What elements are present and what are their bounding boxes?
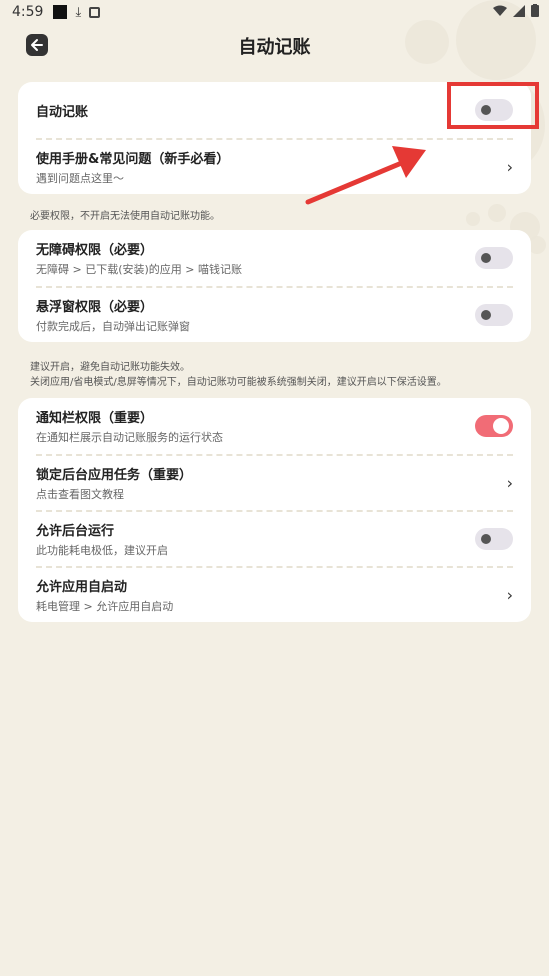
- decor-bubble: [488, 204, 506, 222]
- row-title: 使用手册&常见问题（新手必看）: [36, 152, 230, 167]
- section-note-required: 必要权限，不开启无法使用自动记账功能。: [30, 211, 220, 222]
- row-subtitle: 耗电管理 > 允许应用自启动: [36, 600, 174, 613]
- row-background-run[interactable]: 允许后台运行 此功能耗电极低，建议开启: [36, 510, 513, 566]
- row-title: 允许后台运行: [36, 524, 115, 539]
- status-bar: 4:59 ⤓: [0, 0, 549, 24]
- chevron-right-icon: ›: [506, 585, 513, 605]
- row-auto-bookkeeping[interactable]: 自动记账: [36, 82, 513, 138]
- row-subtitle: 点击查看图文教程: [36, 488, 124, 501]
- row-auto-start[interactable]: 允许应用自启动 耗电管理 > 允许应用自启动 ›: [36, 566, 513, 622]
- annotation-highlight-box: [447, 82, 539, 129]
- row-lock-background-task[interactable]: 锁定后台应用任务（重要） 点击查看图文教程 ›: [36, 454, 513, 510]
- row-subtitle: 遇到问题点这里～: [36, 172, 124, 185]
- row-floating-window[interactable]: 悬浮窗权限（必要） 付款完成后，自动弹出记账弹窗: [36, 286, 513, 342]
- notification-toggle[interactable]: [475, 415, 513, 437]
- toggle-knob: [481, 310, 491, 320]
- battery-icon: [531, 4, 539, 17]
- chevron-right-icon: ›: [506, 157, 513, 177]
- toggle-knob: [493, 418, 509, 434]
- toggle-knob: [481, 253, 491, 263]
- decor-bubble: [466, 212, 480, 226]
- accessibility-toggle[interactable]: [475, 247, 513, 269]
- page-title: 自动记账: [238, 37, 311, 58]
- back-button[interactable]: [26, 34, 48, 56]
- row-subtitle: 付款完成后，自动弹出记账弹窗: [36, 320, 190, 333]
- row-subtitle: 无障碍 > 已下载(安装)的应用 > 喵钱记账: [36, 263, 243, 276]
- notification-icon: [53, 5, 68, 19]
- row-subtitle: 此功能耗电极低，建议开启: [36, 544, 168, 557]
- chevron-right-icon: ›: [506, 473, 513, 493]
- card-keepalive: 通知栏权限（重要） 在通知栏展示自动记账服务的运行状态 锁定后台应用任务（重要）…: [18, 398, 531, 622]
- download-icon: ⤓: [75, 4, 82, 20]
- header: 自动记账: [0, 28, 549, 64]
- row-title: 悬浮窗权限（必要）: [36, 300, 154, 315]
- app-notification-icon: [89, 6, 101, 18]
- row-title: 锁定后台应用任务（重要）: [36, 468, 193, 483]
- wifi-icon: [493, 5, 507, 16]
- row-notification-permission[interactable]: 通知栏权限（重要） 在通知栏展示自动记账服务的运行状态: [36, 398, 513, 454]
- section-note-keepalive: 建议开启，避免自动记账功能失效。 关闭应用/省电模式/息屏等情况下，自动记账功可…: [30, 360, 447, 390]
- row-title: 自动记账: [36, 104, 89, 120]
- row-subtitle: 在通知栏展示自动记账服务的运行状态: [36, 431, 223, 444]
- note-line-1: 建议开启，避免自动记账功能失效。: [30, 362, 190, 373]
- row-title: 允许应用自启动: [36, 580, 128, 595]
- arrow-left-icon: [31, 39, 43, 51]
- row-title: 通知栏权限（重要）: [36, 411, 154, 426]
- note-line-2: 关闭应用/省电模式/息屏等情况下，自动记账功可能被系统强制关闭，建议开启以下保活…: [30, 377, 447, 388]
- signal-icon: [513, 4, 525, 17]
- background-run-toggle[interactable]: [475, 528, 513, 550]
- row-title: 无障碍权限（必要）: [36, 243, 154, 258]
- floating-window-toggle[interactable]: [475, 304, 513, 326]
- row-manual-faq[interactable]: 使用手册&常见问题（新手必看） 遇到问题点这里～ ›: [36, 138, 513, 194]
- status-time: 4:59: [12, 4, 44, 20]
- status-right: [493, 4, 539, 17]
- toggle-knob: [481, 534, 491, 544]
- card-required-permissions: 无障碍权限（必要） 无障碍 > 已下载(安装)的应用 > 喵钱记账 悬浮窗权限（…: [18, 230, 531, 342]
- row-accessibility[interactable]: 无障碍权限（必要） 无障碍 > 已下载(安装)的应用 > 喵钱记账: [36, 230, 513, 286]
- annotation-arrow: [305, 146, 426, 205]
